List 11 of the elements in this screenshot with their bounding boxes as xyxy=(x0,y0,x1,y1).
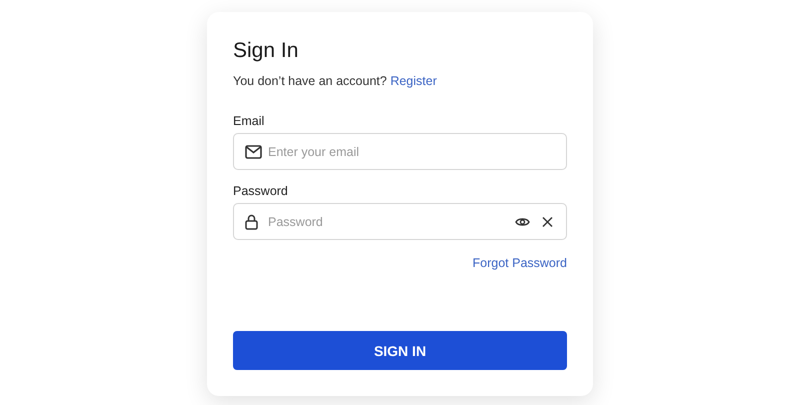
forgot-password-link[interactable]: Forgot Password xyxy=(472,256,567,270)
field-label: Email xyxy=(233,114,264,128)
email-field[interactable]: Enter your email xyxy=(233,133,567,170)
eye-icon[interactable] xyxy=(515,216,530,227)
sign-in-button[interactable]: SIGN IN xyxy=(233,331,567,370)
register-link[interactable]: Register xyxy=(390,74,437,88)
password-field[interactable]: Password xyxy=(233,203,567,240)
field-label: Password xyxy=(233,184,288,198)
sign-in-title: Sign In xyxy=(233,38,300,64)
register-prompt: You don’t have an account? Register xyxy=(233,74,438,88)
clear-icon[interactable] xyxy=(542,216,553,227)
